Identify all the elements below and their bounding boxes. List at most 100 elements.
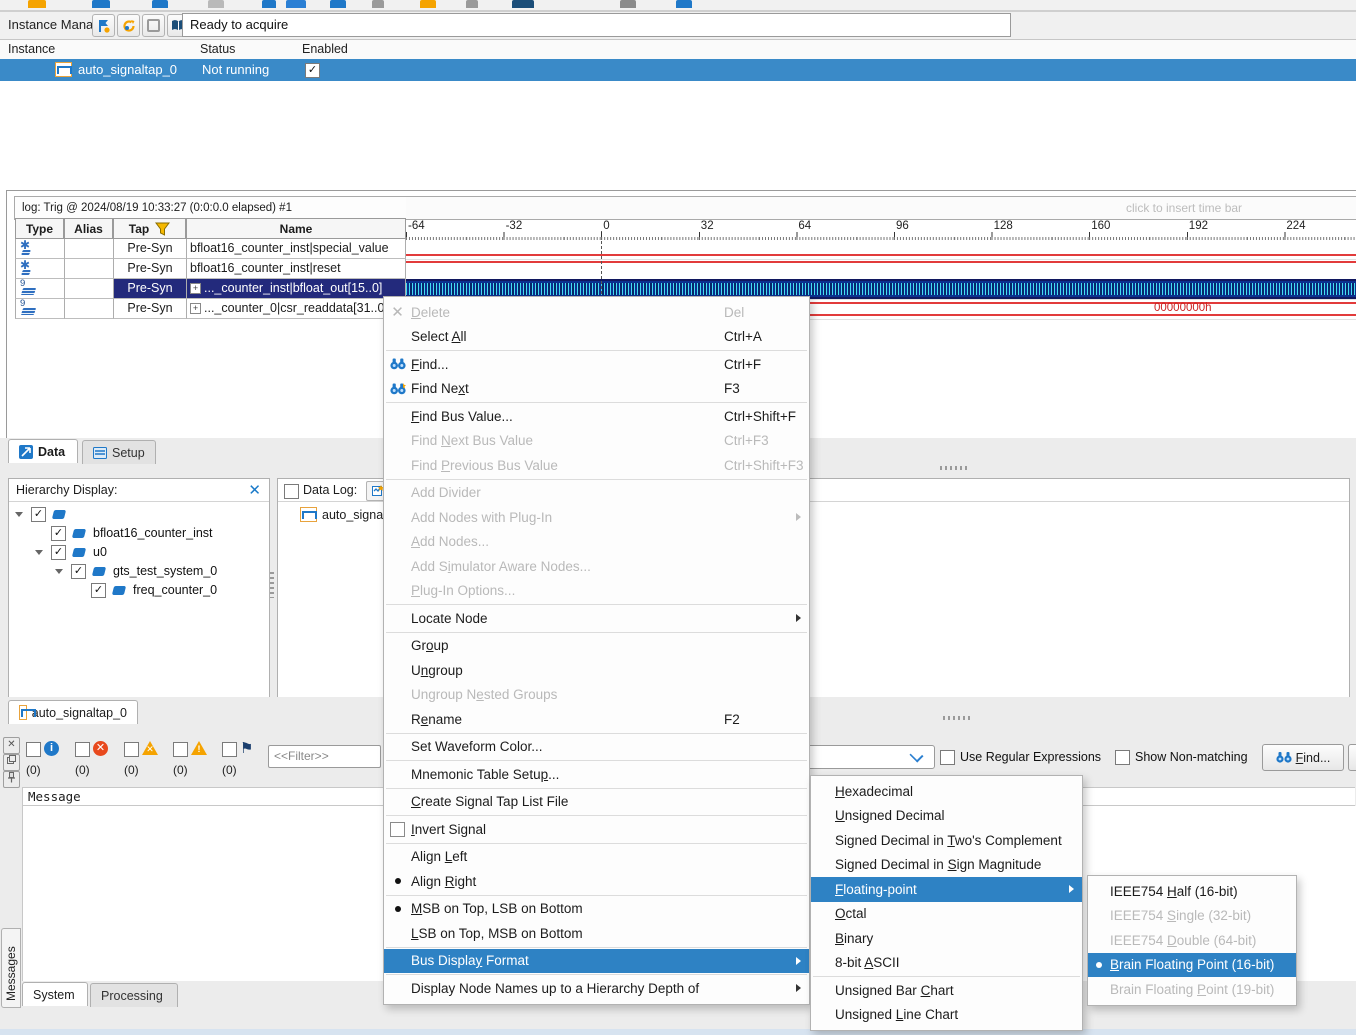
wave-low[interactable] — [406, 239, 1356, 260]
tab-data[interactable]: Data — [8, 439, 78, 463]
toolbar-button-clipped[interactable] — [466, 0, 478, 8]
menu-item-display-node-names-up-to-a-hierarchy-depth-of[interactable]: Display Node Names up to a Hierarchy Dep… — [384, 976, 809, 1001]
wave-high[interactable] — [406, 259, 1356, 280]
flag-filter-checkbox[interactable] — [222, 742, 237, 757]
time-bar-strip[interactable]: click to insert time bar — [406, 196, 1356, 220]
node-checkbox[interactable]: ✓ — [51, 526, 66, 541]
menu-item-invert-signal[interactable]: Invert Signal — [384, 817, 809, 842]
signal-name-counter-0-csr-readdata-31-0[interactable]: +..._counter_0|csr_readdata[31..0] — [186, 299, 406, 319]
info-filter-checkbox[interactable] — [26, 742, 41, 757]
alias-cell[interactable] — [64, 239, 113, 259]
menu-item-find-next-bus-value: Find Next Bus ValueCtrl+F3 — [384, 429, 809, 454]
hierarchy-node-u0[interactable]: ✓u0 — [9, 543, 269, 562]
show-nonmatching-checkbox[interactable] — [1115, 750, 1130, 765]
tab-system[interactable]: System — [22, 982, 88, 1006]
instance-row-auto-signaltap-0[interactable]: auto_signaltap_0 Not running ✓ — [0, 59, 1356, 81]
toolbar-button-clipped[interactable] — [262, 0, 276, 8]
pin-messages-button[interactable] — [3, 771, 20, 788]
menu-item-group[interactable]: Group — [384, 634, 809, 659]
toolbar-button-clipped[interactable] — [420, 0, 436, 8]
menu-item-floating-point[interactable]: Floating-point — [811, 877, 1082, 902]
signal-name-bfloat16-counter-inst-reset[interactable]: bfloat16_counter_inst|reset — [186, 259, 406, 279]
menu-item-select-all[interactable]: Select AllCtrl+A — [384, 325, 809, 350]
menu-item-msb-on-top-lsb-on-bottom[interactable]: MSB on Top, LSB on Bottom — [384, 897, 809, 922]
menu-item-rename[interactable]: RenameF2 — [384, 707, 809, 732]
menu-item-set-waveform-color[interactable]: Set Waveform Color... — [384, 735, 809, 760]
menu-item-octal[interactable]: Octal — [811, 902, 1082, 927]
hierarchy-node-gts-test-system-0[interactable]: ✓gts_test_system_0 — [9, 562, 269, 581]
menu-item-align-right[interactable]: Align Right — [384, 869, 809, 894]
hierarchy-node-freq-counter-0[interactable]: ✓freq_counter_0 — [9, 581, 269, 600]
toolbar-button-clipped[interactable] — [286, 0, 306, 8]
hierarchy-node-bfloat16-counter-inst[interactable]: ✓bfloat16_counter_inst — [9, 524, 269, 543]
toolbar-button-clipped[interactable] — [28, 0, 46, 8]
menu-item-unsigned-decimal[interactable]: Unsigned Decimal — [811, 804, 1082, 829]
signal-name-bfloat16-counter-inst-special-value[interactable]: bfloat16_counter_inst|special_value — [186, 239, 406, 259]
alias-cell[interactable] — [64, 279, 113, 299]
vertical-splitter[interactable] — [270, 572, 274, 598]
toolbar-button-clipped[interactable] — [330, 0, 346, 8]
menu-item-lsb-on-top-msb-on-bottom[interactable]: LSB on Top, MSB on Bottom — [384, 921, 809, 946]
messages-find-button[interactable]: Find... — [1262, 744, 1344, 771]
invert-signal-checkbox[interactable] — [390, 822, 405, 837]
menu-item-unsigned-bar-chart[interactable]: Unsigned Bar Chart — [811, 978, 1082, 1003]
node-checkbox[interactable]: ✓ — [51, 545, 66, 560]
menu-item-brain-floating-point-16-bit[interactable]: Brain Floating Point (16-bit) — [1088, 953, 1296, 978]
messages-side-tab[interactable]: Messages — [1, 928, 21, 1008]
expand-arrow-icon[interactable] — [35, 550, 43, 555]
menu-item-mnemonic-table-setup[interactable]: Mnemonic Table Setup... — [384, 762, 809, 787]
tab-data-label: Data — [38, 445, 65, 459]
menu-item-signed-decimal-in-sign-magnitude[interactable]: Signed Decimal in Sign Magnitude — [811, 853, 1082, 878]
run-analysis-button[interactable] — [92, 14, 115, 37]
menu-item-find-next[interactable]: Find NextF3 — [384, 377, 809, 402]
menu-item-hexadecimal[interactable]: Hexadecimal — [811, 779, 1082, 804]
menu-item-find-bus-value[interactable]: Find Bus Value...Ctrl+Shift+F — [384, 404, 809, 429]
tab-setup[interactable]: Setup — [82, 440, 156, 464]
hierarchy-node-item[interactable]: ✓ — [9, 505, 269, 524]
toolbar-button-clipped[interactable] — [676, 0, 692, 8]
hierarchy-close-icon[interactable]: ✕ — [248, 479, 261, 502]
close-messages-button[interactable]: ✕ — [3, 737, 20, 754]
toolbar-button-clipped[interactable] — [512, 0, 534, 8]
toolbar-button-clipped[interactable] — [372, 0, 384, 8]
tab-processing[interactable]: Processing — [90, 983, 178, 1007]
menu-item-find[interactable]: Find...Ctrl+F — [384, 352, 809, 377]
tab-auto-signaltap-0[interactable]: auto_signaltap_0 — [8, 700, 138, 724]
expand-arrow-icon[interactable] — [15, 512, 23, 517]
menu-item-unsigned-line-chart[interactable]: Unsigned Line Chart — [811, 1003, 1082, 1028]
stop-analysis-button[interactable] — [142, 14, 165, 37]
toolbar-button-clipped[interactable] — [208, 0, 224, 8]
horizontal-splitter[interactable] — [940, 466, 970, 470]
toolbar-button-clipped[interactable] — [620, 0, 636, 8]
menu-item-binary[interactable]: Binary — [811, 926, 1082, 951]
instance-enabled-checkbox[interactable]: ✓ — [305, 63, 320, 78]
menu-item-ieee754-half-16-bit[interactable]: IEEE754 Half (16-bit) — [1088, 879, 1296, 904]
menu-item-create-signal-tap-list-file[interactable]: Create Signal Tap List File — [384, 790, 809, 815]
alias-cell[interactable] — [64, 299, 113, 319]
alias-cell[interactable] — [64, 259, 113, 279]
menu-item-signed-decimal-in-two-s-complement[interactable]: Signed Decimal in Two's Complement — [811, 828, 1082, 853]
menu-item-ungroup[interactable]: Ungroup — [384, 658, 809, 683]
expand-arrow-icon[interactable] — [55, 569, 63, 574]
messages-find-next-button-clipped[interactable] — [1348, 744, 1356, 771]
toolbar-button-clipped[interactable] — [92, 0, 110, 8]
messages-filter-input[interactable]: <<Filter>> — [268, 745, 381, 768]
data-log-checkbox[interactable] — [284, 484, 299, 499]
menu-item-8-bit-ascii[interactable]: 8-bit ASCII — [811, 951, 1082, 976]
toolbar-button-clipped[interactable] — [152, 0, 168, 8]
detach-messages-button[interactable] — [3, 754, 20, 771]
menu-item-bus-display-format[interactable]: Bus Display Format — [384, 949, 809, 974]
signal-name-counter-inst-bfloat-out-15-0[interactable]: +..._counter_inst|bfloat_out[15..0] — [186, 279, 406, 299]
warning-filter-checkbox[interactable] — [173, 742, 188, 757]
error-filter-checkbox[interactable] — [75, 742, 90, 757]
critical-warning-filter-checkbox[interactable] — [124, 742, 139, 757]
node-checkbox[interactable]: ✓ — [71, 564, 86, 579]
tap-filter-icon[interactable] — [155, 222, 170, 236]
menu-item-align-left[interactable]: Align Left — [384, 845, 809, 870]
use-regex-checkbox[interactable] — [940, 750, 955, 765]
node-checkbox[interactable]: ✓ — [31, 507, 46, 522]
menu-item-locate-node[interactable]: Locate Node — [384, 606, 809, 631]
horizontal-splitter-2[interactable] — [943, 716, 973, 720]
autorun-analysis-button[interactable] — [117, 14, 140, 37]
node-checkbox[interactable]: ✓ — [91, 583, 106, 598]
